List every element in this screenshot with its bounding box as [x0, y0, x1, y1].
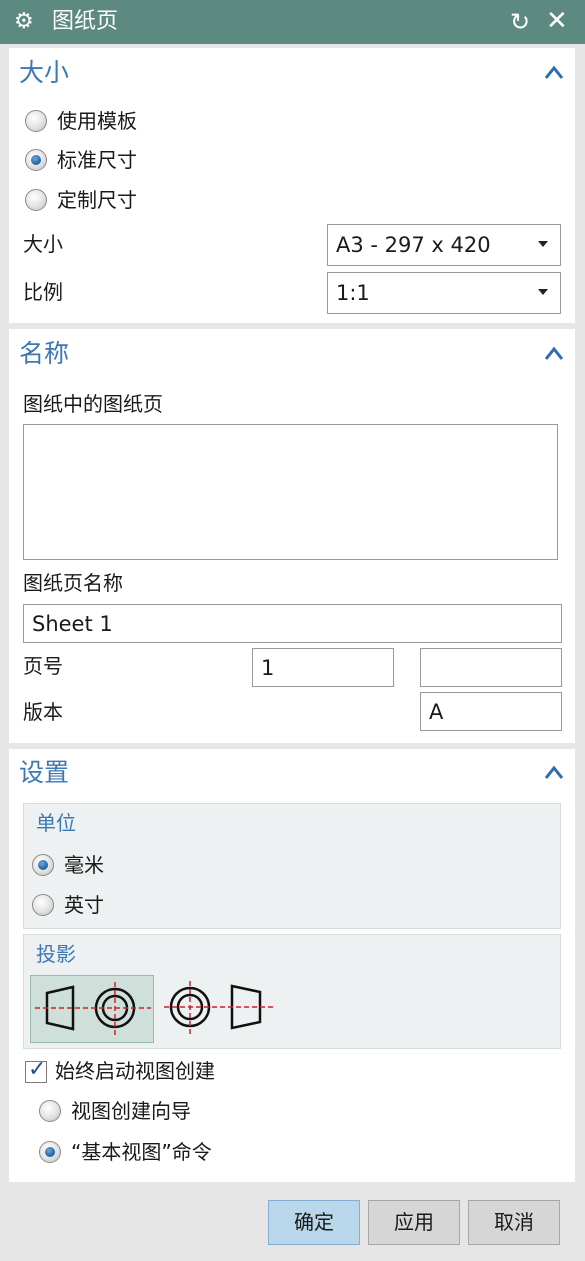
radio-use-template[interactable]	[25, 110, 47, 132]
option-standard-size-label: 标准尺寸	[57, 148, 137, 172]
cancel-button[interactable]: 取消	[468, 1200, 560, 1245]
collapse-size-icon[interactable]	[543, 62, 565, 84]
radio-custom-size[interactable]	[25, 189, 47, 211]
option-use-template-label: 使用模板	[57, 109, 137, 133]
radio-standard-size[interactable]	[25, 149, 47, 171]
page-number-value: 1	[261, 656, 275, 680]
third-angle-projection-icon	[164, 981, 276, 1035]
page-number-input[interactable]: 1	[252, 648, 394, 687]
always-start-view-creation-label: 始终启动视图创建	[55, 1059, 215, 1083]
sheets-in-drawing-label: 图纸中的图纸页	[23, 392, 163, 416]
radio-millimeter[interactable]	[32, 854, 54, 876]
radio-view-creation-wizard[interactable]	[39, 1100, 61, 1122]
chevron-down-icon	[538, 241, 548, 247]
scale-select-value: 1:1	[336, 281, 370, 305]
sheet-name-input[interactable]: Sheet 1	[23, 604, 562, 643]
page-number-suffix-input[interactable]	[420, 648, 562, 687]
revision-value: A	[429, 700, 444, 724]
page-number-label: 页号	[23, 654, 63, 678]
first-angle-projection-icon	[35, 982, 151, 1036]
ok-button[interactable]: 确定	[268, 1200, 360, 1245]
size-select-value: A3 - 297 x 420	[336, 233, 491, 257]
gear-icon[interactable]: ⚙	[14, 8, 34, 36]
size-select[interactable]: A3 - 297 x 420	[327, 224, 561, 266]
chevron-down-icon	[538, 289, 548, 295]
radio-base-view-command[interactable]	[39, 1141, 61, 1163]
close-icon[interactable]: ✕	[546, 6, 568, 36]
radio-inch[interactable]	[32, 894, 54, 916]
option-base-view-command-label: “基本视图”命令	[71, 1140, 212, 1164]
revision-label: 版本	[23, 700, 63, 724]
window-title: 图纸页	[52, 9, 119, 34]
scale-label: 比例	[23, 280, 63, 304]
sheet-name-value: Sheet 1	[32, 612, 113, 636]
option-millimeter-label: 毫米	[64, 853, 104, 877]
title-bar: ⚙ 图纸页 ↻ ✕	[0, 0, 585, 44]
sheets-list[interactable]	[23, 424, 558, 560]
scale-select[interactable]: 1:1	[327, 272, 561, 314]
projection-group: 投影	[23, 934, 561, 1049]
collapse-name-icon[interactable]	[543, 343, 565, 365]
option-custom-size-label: 定制尺寸	[57, 188, 137, 212]
reset-icon[interactable]: ↻	[510, 7, 530, 37]
units-group: 单位 毫米 英寸	[23, 803, 561, 929]
revision-input[interactable]: A	[420, 692, 562, 731]
units-title: 单位	[36, 811, 76, 835]
collapse-settings-icon[interactable]	[543, 762, 565, 784]
size-label: 大小	[23, 232, 63, 256]
sheet-name-label: 图纸页名称	[23, 571, 123, 595]
name-panel: 名称 图纸中的图纸页 图纸页名称 Sheet 1 页号 1 版本 A	[9, 329, 575, 743]
option-inch-label: 英寸	[64, 893, 104, 917]
name-section-title: 名称	[19, 339, 70, 368]
size-section-title: 大小	[19, 58, 70, 87]
first-angle-projection-button[interactable]	[30, 975, 154, 1043]
size-panel: 大小 使用模板 标准尺寸 定制尺寸 大小 A3 - 297 x 420 比例 1…	[9, 48, 575, 323]
third-angle-projection-button[interactable]	[160, 975, 284, 1043]
option-view-creation-wizard-label: 视图创建向导	[71, 1099, 191, 1123]
settings-panel: 设置 单位 毫米 英寸 投影 ✓ 始终启动视图创建 视图创建向导 “基本视图”命…	[9, 749, 575, 1182]
projection-title: 投影	[36, 942, 76, 966]
settings-section-title: 设置	[19, 758, 70, 787]
apply-button[interactable]: 应用	[368, 1200, 460, 1245]
checkmark-icon: ✓	[28, 1057, 47, 1082]
always-start-view-creation-checkbox[interactable]: ✓	[25, 1057, 47, 1083]
